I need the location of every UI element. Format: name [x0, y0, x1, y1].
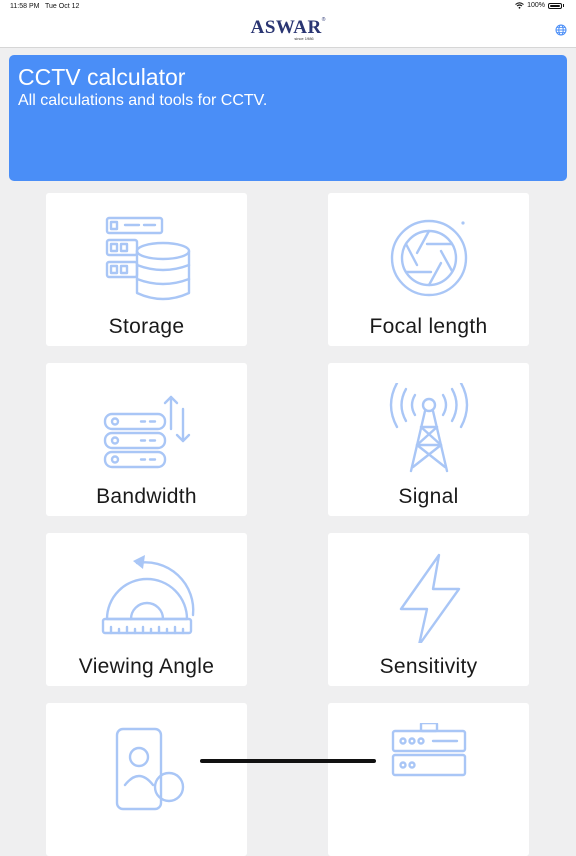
banner-title: CCTV calculator	[18, 64, 186, 90]
bandwidth-card[interactable]: Bandwidth	[46, 363, 247, 516]
battery-percent: 100%	[527, 2, 545, 9]
bandwidth-label: Bandwidth	[96, 485, 197, 508]
storage-card[interactable]: Storage	[46, 193, 247, 346]
focal-length-label: Focal length	[369, 315, 488, 338]
signal-label: Signal	[398, 485, 459, 508]
dvr-device-card[interactable]	[328, 703, 529, 856]
viewing-angle-label: Viewing Angle	[78, 655, 215, 678]
dvr-device-icon	[391, 723, 466, 777]
user-id-icon	[115, 727, 184, 811]
globe-icon[interactable]	[555, 24, 567, 36]
user-id-card[interactable]	[46, 703, 247, 856]
viewing-angle-card[interactable]: Viewing Angle	[46, 533, 247, 686]
logo-registered-mark: ®	[321, 17, 326, 23]
camera-aperture-icon	[390, 219, 467, 297]
signal-tower-icon	[389, 383, 468, 473]
wifi-icon	[515, 2, 524, 9]
header-banner: CCTV calculator All calculations and too…	[9, 55, 567, 181]
battery-tip	[563, 4, 564, 7]
protractor-icon	[101, 555, 194, 635]
storage-server-icon	[105, 216, 190, 301]
sensitivity-card[interactable]: Sensitivity	[328, 533, 529, 686]
status-right: 100%	[515, 2, 564, 9]
status-bar: 11:58 PM Tue Oct 12 100%	[0, 0, 576, 14]
logo-text: ASWAR	[250, 17, 322, 38]
storage-label: Storage	[108, 315, 185, 338]
logo-since: since 1986	[294, 36, 314, 41]
status-time: 11:58 PM	[10, 3, 40, 10]
signal-card[interactable]: Signal	[328, 363, 529, 516]
banner-subtitle: All calculations and tools for CCTV.	[18, 92, 268, 109]
battery-icon	[548, 2, 562, 9]
server-network-icon	[103, 395, 190, 469]
sensitivity-label: Sensitivity	[379, 655, 478, 678]
aswar-logo: ASWAR® since 1986	[0, 17, 576, 41]
focal-length-card[interactable]: Focal length	[328, 193, 529, 346]
lightning-icon	[399, 553, 460, 643]
home-indicator[interactable]	[200, 759, 376, 763]
nav-bar: ASWAR® since 1986	[0, 14, 576, 48]
status-date: Tue Oct 12	[45, 3, 80, 10]
